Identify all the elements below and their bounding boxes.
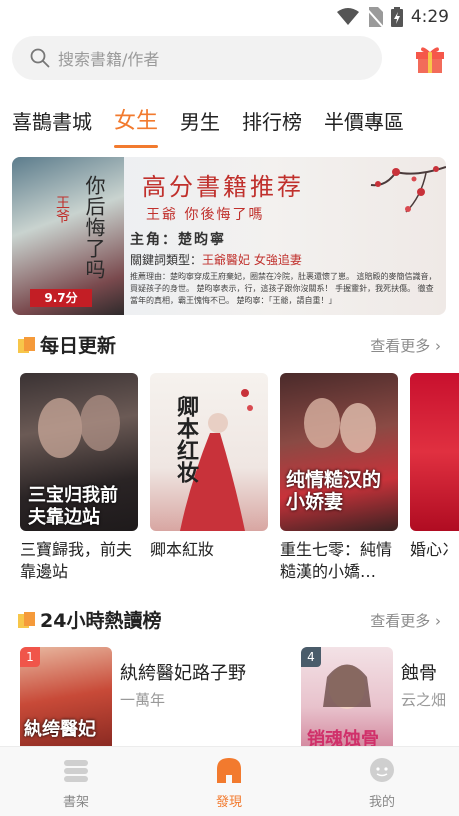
search-placeholder: 搜索書籍/作者	[58, 50, 160, 69]
book-title: 重生七零：純情糙漢的小嬌…	[280, 540, 393, 581]
book-cover: 纯情糙汉的小娇妻	[280, 373, 398, 531]
daily-update-list: 三宝归我前夫靠边站 三寶歸我，前夫靠邊站 卿本红妆 卿本紅妝 纯情糙汉的小娇妻 …	[20, 373, 459, 585]
rank-title: 紈絝醫妃路子野	[120, 663, 246, 684]
rank-author: 云之畑	[401, 691, 447, 709]
tab-half-price[interactable]: 半價專區	[324, 104, 404, 140]
bookshelf-icon	[64, 760, 88, 782]
status-time: 4:29	[410, 7, 449, 27]
book-cover	[410, 373, 459, 531]
status-bar: 4:29	[0, 0, 459, 34]
daily-update-title: 每日更新	[40, 335, 117, 357]
rank-cover-text: 紈绔醫妃	[24, 719, 96, 740]
nav-discover[interactable]: 發現	[194, 757, 264, 810]
banner-keywords: 關鍵詞類型：王爺醫妃 女強追妻	[130, 251, 302, 268]
tab-ranking[interactable]: 排行榜	[242, 104, 302, 140]
daily-update-header: 每日更新 查看更多 ›	[12, 333, 447, 359]
search-row: 搜索書籍/作者	[12, 36, 447, 80]
nav-bookshelf-label: 書架	[62, 795, 89, 810]
rank-cover-text: 销魂蚀骨	[307, 729, 379, 747]
rank-item[interactable]: 紈绔醫妃 1 紈絝醫妃路子野 一萬年	[20, 647, 290, 747]
book-cover-text: 三宝归我前夫靠边站	[28, 485, 118, 528]
profile-icon	[370, 758, 394, 782]
search-input[interactable]: 搜索書籍/作者	[12, 36, 382, 80]
wifi-icon	[336, 8, 359, 25]
book-title: 三寶歸我，前夫靠邊站	[20, 540, 133, 581]
banner-cover-subtitle: 王爷	[54, 195, 70, 223]
bottom-nav: 書架 發現 我的	[0, 746, 459, 816]
tab-bookstore[interactable]: 喜鵲書城	[12, 104, 92, 140]
promo-banner[interactable]: 你后悔了吗 王爷 9.7分 高分書籍推荐 王爺 你後悔了嗎 主角：楚昀寧 關鍵詞…	[12, 157, 446, 315]
rank-badge: 1	[20, 647, 40, 667]
gift-icon[interactable]	[413, 42, 447, 74]
book-cover: 三宝归我前夫靠边站	[20, 373, 138, 531]
discover-icon	[217, 758, 241, 783]
nav-discover-label: 發現	[215, 795, 242, 810]
rank-title: 蝕骨	[401, 663, 437, 684]
book-stack-icon	[18, 337, 35, 353]
daily-update-more-link[interactable]: 查看更多 ›	[370, 333, 441, 359]
book-cover: 卿本红妆	[150, 373, 268, 531]
nav-profile[interactable]: 我的	[347, 757, 417, 810]
chevron-right-icon: ›	[435, 337, 441, 355]
book-card[interactable]: 婚心冫	[410, 373, 459, 561]
banner-description: 推薦理由：楚昀寧穿成王府棄妃，圈禁在冷院，肚裹還懷了崽。 這賠殿的麥簡信識音，買…	[130, 272, 437, 305]
category-tabs: 喜鵲書城 女生 男生 排行榜 半價專區	[12, 104, 426, 148]
rank-cover: 紈绔醫妃 1	[20, 647, 112, 747]
search-icon	[30, 48, 50, 68]
plum-blossom-decoration	[370, 166, 446, 213]
banner-cover-title: 你后悔了吗	[82, 175, 106, 280]
rank-cover: 销魂蚀骨 4	[301, 647, 393, 747]
hot-24h-title: 24小時熱讀榜	[40, 610, 162, 632]
tab-male[interactable]: 男生	[180, 104, 220, 140]
chevron-right-icon: ›	[435, 612, 441, 630]
book-title: 卿本紅妝	[150, 540, 215, 559]
book-stack-icon	[18, 612, 35, 628]
book-cover-text: 卿本红妆	[173, 395, 199, 483]
rank-badge: 4	[301, 647, 321, 667]
book-card[interactable]: 纯情糙汉的小娇妻 重生七零：純情糙漢的小嬌…	[280, 373, 398, 583]
banner-subtitle: 王爺 你後悔了嗎	[146, 207, 265, 223]
tab-female[interactable]: 女生	[114, 104, 159, 148]
battery-charging-icon	[390, 7, 403, 27]
book-title: 婚心冫	[410, 540, 459, 559]
book-card[interactable]: 卿本红妆 卿本紅妝	[150, 373, 268, 561]
banner-keywords-label: 關鍵詞類型：	[130, 253, 203, 267]
banner-lead: 主角：楚昀寧	[130, 232, 226, 248]
banner-keywords-value: 王爺醫妃 女強追妻	[202, 253, 302, 267]
banner-title: 高分書籍推荐	[142, 173, 304, 201]
rank-author: 一萬年	[120, 691, 166, 709]
nav-bookshelf[interactable]: 書架	[41, 757, 111, 810]
book-cover-text: 纯情糙汉的小娇妻	[286, 469, 382, 513]
book-card[interactable]: 三宝归我前夫靠边站 三寶歸我，前夫靠邊站	[20, 373, 138, 583]
rank-item[interactable]: 销魂蚀骨 4 蝕骨 云之畑	[301, 647, 459, 747]
nav-profile-label: 我的	[368, 795, 395, 810]
hot-24h-header: 24小時熱讀榜 查看更多 ›	[12, 608, 447, 634]
no-sim-icon	[366, 7, 383, 27]
status-icons: 4:29	[336, 6, 449, 28]
hot-24h-more-link[interactable]: 查看更多 ›	[370, 608, 441, 634]
banner-score-badge: 9.7分	[30, 289, 92, 307]
